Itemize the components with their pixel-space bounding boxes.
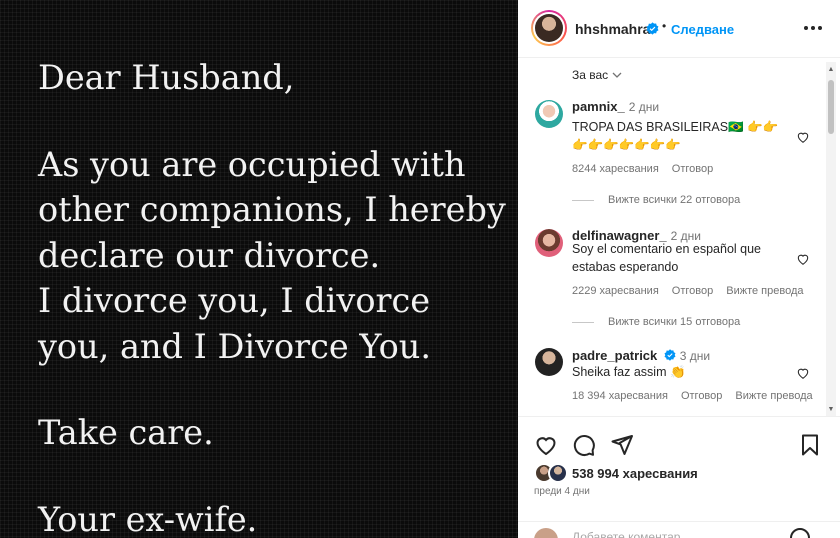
view-replies-label: Вижте всички 15 отговора [608, 316, 741, 328]
letter-line: declare our divorce. [38, 235, 381, 275]
view-replies-button[interactable]: Вижте всички 15 отговора [572, 316, 740, 328]
verified-badge-icon [664, 349, 676, 361]
view-replies-button[interactable]: Вижте всички 22 отговора [572, 194, 740, 206]
view-replies-label: Вижте всички 22 отговора [608, 194, 741, 206]
comment-time: 2 дни [628, 100, 660, 114]
comment-like-icon[interactable] [796, 252, 810, 266]
share-icon[interactable] [610, 433, 634, 457]
comment-like-icon[interactable] [796, 366, 810, 380]
likes-count[interactable]: 538 994 харесвания [572, 466, 698, 481]
comments-scrollbar[interactable]: ▲ ▼ [826, 62, 836, 416]
comment-text-line: estabas esperando [572, 260, 679, 274]
comment-text-line: TROPA DAS BRASILEIRAS🇧🇷 👉👉 [572, 120, 779, 134]
post-actions: 538 994 харесвания преди 4 дни Добавете … [518, 416, 840, 538]
verified-badge-icon [646, 22, 659, 35]
letter-line: Your ex-wife. [38, 499, 258, 538]
header-separator: • [662, 19, 667, 33]
bookmark-icon[interactable] [798, 433, 822, 457]
author-avatar[interactable] [531, 10, 567, 46]
comments-sort-dropdown[interactable]: За вас [572, 68, 622, 82]
more-options-icon[interactable] [804, 26, 822, 30]
translate-button[interactable]: Вижте превода [726, 285, 803, 297]
comment-avatar[interactable] [535, 348, 563, 376]
current-user-avatar [534, 528, 558, 538]
like-heart-icon[interactable] [534, 433, 558, 457]
comment-text-line: Soy el comentario en español que [572, 242, 762, 256]
letter-line: Take care. [38, 413, 214, 452]
comment-likes[interactable]: 2229 харесвания [572, 285, 659, 297]
post-header: hhshmahra • Следване [518, 0, 840, 58]
follow-button[interactable]: Следване [671, 22, 734, 37]
letter-line: I divorce you, I divorce [38, 281, 431, 320]
letter-text: Dear Husband, As you are occupied with o… [38, 55, 508, 538]
post-timestamp[interactable]: преди 4 дни [534, 486, 590, 497]
post-image[interactable]: Dear Husband, As you are occupied with o… [0, 0, 518, 538]
comment-likes[interactable]: 18 394 харесвания [572, 390, 668, 402]
sort-label: За вас [572, 68, 609, 82]
comment-reply-button[interactable]: Отговор [681, 390, 722, 402]
comment-like-icon[interactable] [796, 130, 810, 144]
liker-avatar [548, 463, 568, 483]
comments-list[interactable]: За вас pamnix_ 2 дни TROPA DAS BRASILEIRA… [518, 58, 840, 416]
chevron-down-icon [612, 72, 622, 78]
comment-reply-button[interactable]: Отговор [672, 163, 713, 175]
emoji-icon[interactable] [790, 528, 810, 538]
add-comment-input[interactable]: Добавете коментар... [572, 530, 690, 538]
comment-avatar[interactable] [535, 229, 563, 257]
comment-icon[interactable] [572, 433, 596, 457]
comment-avatar[interactable] [535, 100, 563, 128]
likes-summary: 538 994 харесвания [534, 463, 698, 483]
comment-time: 3 дни [679, 349, 711, 363]
comment-text-line: 👉👉👉👉👉👉👉 [572, 138, 681, 152]
comment-username[interactable]: padre_patrick [572, 348, 657, 363]
comment-reply-button[interactable]: Отговор [672, 285, 713, 297]
letter-line: you, and I Divorce You. [38, 326, 432, 366]
comment-likes[interactable]: 8244 харесвания [572, 163, 659, 175]
letter-line: other companions, I hereby [38, 190, 506, 229]
post-side-panel: hhshmahra • Следване За вас pamnix_ 2 дни… [518, 0, 840, 538]
author-username[interactable]: hhshmahra [575, 21, 650, 37]
comment-username[interactable]: pamnix_ [572, 99, 625, 114]
scrollbar-thumb[interactable] [828, 80, 834, 134]
add-comment-bar: Добавете коментар... [518, 521, 840, 538]
comment-text-line: Sheika faz assim 👏 [572, 365, 686, 379]
translate-button[interactable]: Вижте превода [735, 390, 812, 402]
letter-line: As you are occupied with [38, 144, 466, 184]
scroll-down-arrow-icon[interactable]: ▼ [826, 404, 836, 414]
letter-line: Dear Husband, [38, 58, 295, 97]
scroll-up-arrow-icon[interactable]: ▲ [826, 64, 836, 74]
